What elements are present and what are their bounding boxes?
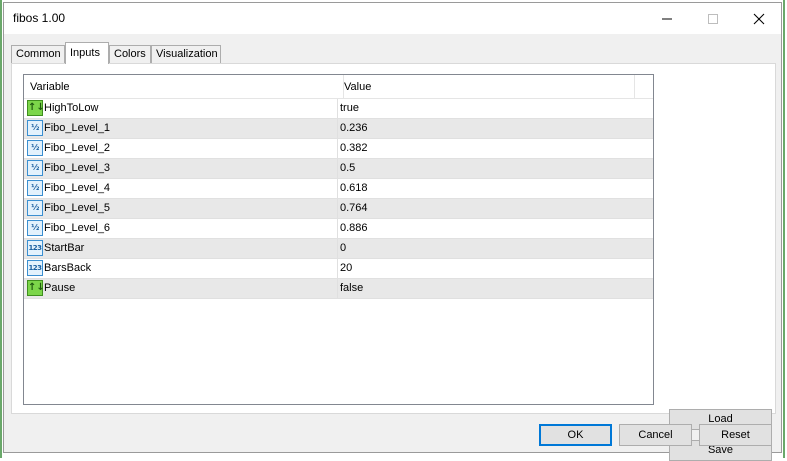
background-chart-line — [783, 0, 785, 458]
variable-cell: 123 StartBar — [24, 239, 338, 258]
table-row[interactable]: ½ Fibo_Level_4 0.618 — [24, 179, 653, 199]
table-row[interactable]: ½ Fibo_Level_6 0.886 — [24, 219, 653, 239]
variable-cell: ½ Fibo_Level_6 — [24, 219, 338, 238]
integer-icon: 123 — [27, 260, 43, 276]
value-cell[interactable]: true — [340, 99, 359, 118]
variable-cell: ½ Fibo_Level_5 — [24, 199, 338, 218]
double-icon: ½ — [27, 160, 43, 176]
window-title: fibos 1.00 — [13, 11, 66, 25]
variable-name: Fibo_Level_5 — [44, 202, 111, 214]
dialog-window: fibos 1.00 Common Inputs Colors Visualiz… — [3, 2, 782, 461]
maximize-icon — [708, 13, 718, 24]
minimize-icon — [662, 18, 672, 19]
table-row[interactable]: 123 StartBar 0 — [24, 239, 653, 259]
double-icon: ½ — [27, 200, 43, 216]
close-button[interactable] — [736, 3, 782, 34]
table-row[interactable]: ↑↓ Pause false — [24, 279, 653, 299]
value-cell[interactable]: 0.618 — [340, 179, 368, 198]
double-icon: ½ — [27, 120, 43, 136]
variable-name: Fibo_Level_1 — [44, 122, 111, 134]
value-cell[interactable]: 0.5 — [340, 159, 355, 178]
value-cell[interactable]: 0 — [340, 239, 346, 258]
variable-cell: 123 BarsBack — [24, 259, 338, 278]
value-cell[interactable]: false — [340, 279, 363, 298]
tab-label: Common — [16, 48, 61, 60]
value-cell[interactable]: 20 — [340, 259, 352, 278]
bool-icon: ↑↓ — [27, 280, 45, 296]
value-cell[interactable]: 0.764 — [340, 199, 368, 218]
tab-label: Visualization — [156, 48, 218, 60]
tab-label: Colors — [114, 48, 146, 60]
double-icon: ½ — [27, 140, 43, 156]
variable-cell: ½ Fibo_Level_1 — [24, 119, 338, 138]
ok-button[interactable]: OK — [539, 424, 612, 446]
variable-cell: ↑↓ Pause — [24, 279, 338, 298]
variable-cell: ½ Fibo_Level_2 — [24, 139, 338, 158]
double-icon: ½ — [27, 220, 43, 236]
tab-common[interactable]: Common — [11, 45, 65, 63]
tab-colors[interactable]: Colors — [109, 45, 151, 63]
column-header-variable[interactable]: Variable — [24, 75, 344, 99]
variable-name: StartBar — [44, 242, 85, 254]
bool-icon: ↑↓ — [27, 100, 45, 116]
variable-name: BarsBack — [44, 262, 92, 274]
grid-header: Variable Value — [24, 75, 653, 99]
screen: { "window": { "title": "fibos 1.00", "mi… — [0, 0, 787, 461]
value-cell[interactable]: 0.236 — [340, 119, 368, 138]
table-row[interactable]: ½ Fibo_Level_2 0.382 — [24, 139, 653, 159]
variable-cell: ½ Fibo_Level_3 — [24, 159, 338, 178]
variable-cell: ↑↓ HighToLow — [24, 99, 338, 118]
table-row[interactable]: ½ Fibo_Level_5 0.764 — [24, 199, 653, 219]
variable-name: Fibo_Level_3 — [44, 162, 111, 174]
minimize-button[interactable] — [644, 3, 690, 34]
variable-name: Pause — [44, 282, 76, 294]
background-chart-line — [0, 0, 2, 458]
variable-name: HighToLow — [44, 102, 99, 114]
variable-cell: ½ Fibo_Level_4 — [24, 179, 338, 198]
table-row[interactable]: 123 BarsBack 20 — [24, 259, 653, 279]
tab-label: Inputs — [70, 47, 100, 59]
variable-name: Fibo_Level_2 — [44, 142, 111, 154]
value-cell[interactable]: 0.886 — [340, 219, 368, 238]
table-row[interactable]: ½ Fibo_Level_1 0.236 — [24, 119, 653, 139]
parameters-grid: Variable Value ↑↓ HighToLow true ½ Fibo_Leve… — [23, 74, 654, 405]
title-bar: fibos 1.00 — [4, 3, 781, 34]
integer-icon: 123 — [27, 240, 43, 256]
inputs-panel: Variable Value ↑↓ HighToLow true ½ Fibo_Leve… — [11, 63, 776, 461]
variable-name: Fibo_Level_6 — [44, 222, 111, 234]
tab-inputs[interactable]: Inputs — [65, 42, 109, 64]
close-icon — [753, 13, 765, 24]
reset-button[interactable]: Reset — [699, 424, 772, 446]
table-row[interactable]: ↑↓ HighToLow true — [24, 99, 653, 119]
value-cell[interactable]: 0.382 — [340, 139, 368, 158]
column-header-value[interactable]: Value — [338, 75, 635, 99]
tab-visualization[interactable]: Visualization — [151, 45, 221, 63]
maximize-button[interactable] — [690, 3, 736, 34]
cancel-button[interactable]: Cancel — [619, 424, 692, 446]
table-row[interactable]: ½ Fibo_Level_3 0.5 — [24, 159, 653, 179]
variable-name: Fibo_Level_4 — [44, 182, 111, 194]
double-icon: ½ — [27, 180, 43, 196]
